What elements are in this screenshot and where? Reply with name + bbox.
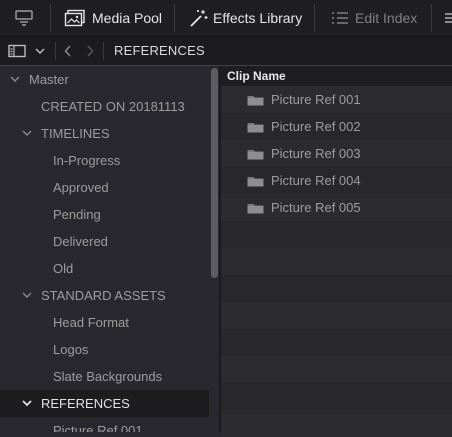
clip-name: Picture Ref 001	[271, 92, 361, 107]
tree-item-label: Picture Ref 001	[53, 423, 143, 432]
workspace-toggle-button[interactable]	[14, 0, 34, 36]
bin-tree: Master CREATED ON 20181113 TIMELINES In-…	[0, 66, 220, 432]
tree-scrollbar-thumb[interactable]	[211, 68, 218, 278]
empty-row	[221, 329, 452, 356]
tree-item-label: Head Format	[53, 315, 129, 330]
chevron-left-icon	[64, 45, 71, 57]
tree-item-picture-ref-001[interactable]: Picture Ref 001	[0, 417, 209, 432]
empty-row	[221, 275, 452, 302]
empty-row	[221, 221, 452, 248]
edit-index-button[interactable]: Edit Index	[331, 0, 417, 36]
tree-item-approved[interactable]: Approved	[0, 174, 209, 201]
media-pool-label: Media Pool	[92, 10, 163, 26]
tree-item-delivered[interactable]: Delivered	[0, 228, 209, 255]
chevron-right-icon	[87, 45, 94, 57]
folder-icon	[247, 96, 264, 106]
clip-row[interactable]: Picture Ref 001	[221, 86, 452, 113]
tree-item-created-on[interactable]: CREATED ON 20181113	[0, 93, 209, 120]
tree-item-head-format[interactable]: Head Format	[0, 309, 209, 336]
clip-list: Clip Name Picture Ref 001 Picture Ref 00…	[221, 66, 452, 437]
list-icon	[332, 12, 348, 24]
clip-name: Picture Ref 002	[271, 119, 361, 134]
tree-item-label: Pending	[53, 207, 101, 222]
tree-item-references[interactable]: REFERENCES	[0, 390, 209, 417]
tree-item-label: TIMELINES	[41, 126, 110, 141]
media-pool-button[interactable]: Media Pool	[64, 0, 162, 36]
empty-row	[221, 410, 452, 437]
clip-row[interactable]: Picture Ref 004	[221, 167, 452, 194]
nav-forward-button[interactable]	[86, 37, 94, 65]
tree-item-label: Old	[53, 261, 74, 276]
tree-item-slate-backgrounds[interactable]: Slate Backgrounds	[0, 363, 209, 390]
chevron-down-icon[interactable]	[21, 397, 33, 409]
tree-item-label: REFERENCES	[41, 396, 130, 411]
tree-item-label: CREATED ON 20181113	[41, 99, 185, 114]
clip-name: Picture Ref 003	[271, 146, 361, 161]
effects-library-label: Effects Library	[213, 10, 303, 26]
tree-item-timelines[interactable]: TIMELINES	[0, 120, 209, 147]
bin-header: REFERENCES	[0, 37, 452, 66]
more-button[interactable]	[443, 0, 452, 36]
tree-item-label: Logos	[53, 342, 89, 357]
folder-icon	[247, 150, 264, 160]
empty-row	[221, 248, 452, 275]
clip-name: Picture Ref 004	[271, 173, 361, 188]
empty-row	[221, 383, 452, 410]
empty-row	[221, 356, 452, 383]
folder-icon	[247, 204, 264, 214]
tree-item-label: Slate Backgrounds	[53, 369, 163, 384]
tree-item-label: Delivered	[53, 234, 108, 249]
menu-icon	[445, 13, 452, 23]
tree-item-label: STANDARD ASSETS	[41, 288, 166, 303]
chevron-down-icon[interactable]	[21, 127, 33, 139]
tree-item-pending[interactable]: Pending	[0, 201, 209, 228]
tree-item-logos[interactable]: Logos	[0, 336, 209, 363]
tree-item-in-progress[interactable]: In-Progress	[0, 147, 209, 174]
tree-item-label: Approved	[53, 180, 109, 195]
tree-item-master[interactable]: Master	[0, 66, 209, 93]
bin-options-dropdown[interactable]	[35, 37, 45, 65]
magic-wand-icon	[190, 10, 208, 27]
effects-library-button[interactable]: Effects Library	[189, 0, 302, 36]
empty-row	[221, 302, 452, 329]
clip-row[interactable]: Picture Ref 003	[221, 140, 452, 167]
clip-row[interactable]: Picture Ref 002	[221, 113, 452, 140]
sidebar-toggle-icon	[8, 44, 26, 58]
bin-list-toggle-button[interactable]	[8, 37, 26, 65]
folder-icon	[247, 123, 264, 133]
media-pool-icon	[64, 9, 85, 27]
chevron-down-icon[interactable]	[9, 73, 21, 85]
column-header-clip-name[interactable]: Clip Name	[221, 66, 452, 86]
monitor-icon	[15, 10, 33, 26]
edit-index-label: Edit Index	[355, 10, 418, 26]
clip-row[interactable]: Picture Ref 005	[221, 194, 452, 221]
top-toolbar: Media Pool Effects Library Edit Index	[0, 0, 452, 37]
chevron-down-icon	[35, 48, 45, 55]
column-header-label: Clip Name	[227, 69, 286, 83]
tree-item-standard-assets[interactable]: STANDARD ASSETS	[0, 282, 209, 309]
current-bin-title: REFERENCES	[114, 43, 205, 58]
tree-item-label: Master	[29, 72, 69, 87]
folder-icon	[247, 177, 264, 187]
clip-name: Picture Ref 005	[271, 200, 361, 215]
nav-back-button[interactable]	[64, 37, 72, 65]
chevron-down-icon[interactable]	[21, 289, 33, 301]
tree-item-label: In-Progress	[53, 153, 121, 168]
tree-item-old[interactable]: Old	[0, 255, 209, 282]
